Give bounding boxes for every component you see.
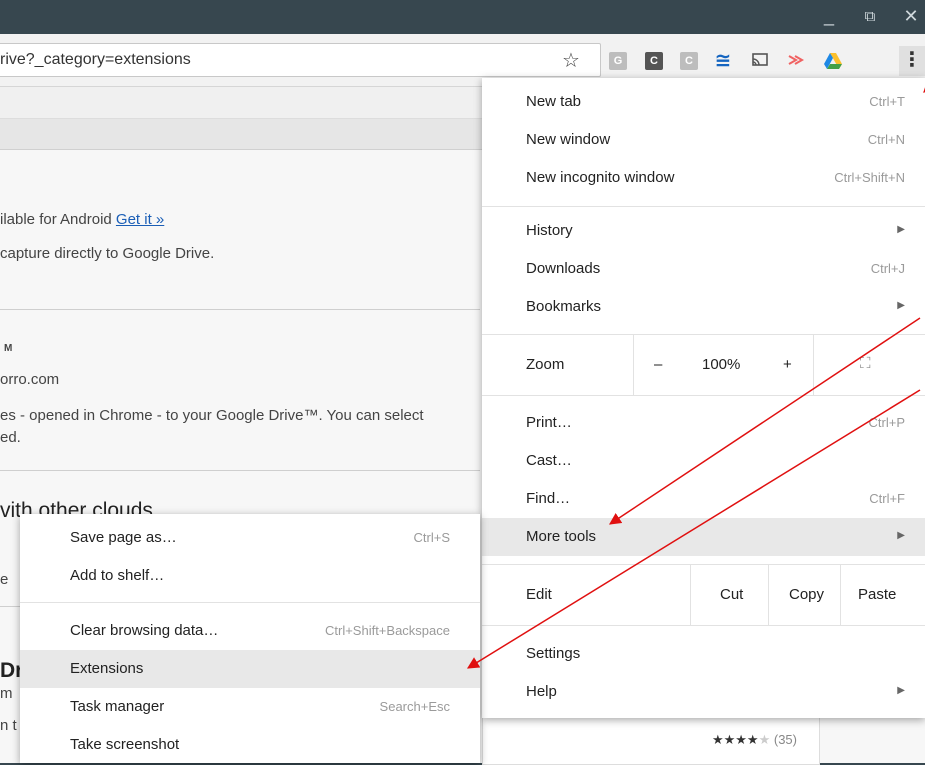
menu-item-new-window[interactable]: New window Ctrl+N [482,121,925,159]
window-titlebar: _ ⧉ ✕ [0,0,925,34]
divider [0,606,20,607]
menu-item-print[interactable]: Print… Ctrl+P [482,404,925,442]
edit-separator [768,565,769,625]
trademark-fragment: M [4,343,13,354]
extension-c-dark-icon[interactable]: C [645,52,663,70]
bookmark-star-icon[interactable]: ☆ [562,48,580,73]
menu-separator [482,625,925,626]
menu-item-save-page[interactable]: Save page as… Ctrl+S [20,519,480,557]
menu-separator [482,206,925,207]
menu-item-task-manager[interactable]: Task manager Search+Esc [20,688,480,726]
zoom-separator [813,335,814,395]
menu-separator [20,602,480,603]
submenu-arrow-icon: ▶ [897,300,905,311]
menu-item-find[interactable]: Find… Ctrl+F [482,480,925,518]
zoom-level: 100% [702,356,741,373]
divider [0,470,480,471]
omnibox[interactable]: rive?_category=extensions ☆ [0,43,601,77]
menu-item-cast[interactable]: Cast… [482,442,925,480]
menu-item-more-tools[interactable]: More tools ▶ [482,518,925,556]
menu-item-take-screenshot[interactable]: Take screenshot [20,726,480,764]
more-tools-submenu: Save page as… Ctrl+S Add to shelf… Clear… [20,514,480,763]
menu-separator [482,395,925,396]
page-band-2 [0,119,500,150]
text-fragment: m [0,685,13,702]
menu-item-history[interactable]: History ▶ [482,212,925,250]
menu-item-settings[interactable]: Settings [482,635,925,673]
menu-item-zoom: Zoom – 100% + ⛶ [482,335,925,395]
streams-extension-icon[interactable]: ≅ [714,51,732,71]
text-fragment: e [0,571,9,588]
extension-card[interactable]: ★★★★★ (35) [482,717,820,765]
extension-g-icon[interactable]: G [609,52,627,70]
menu-item-new-incognito[interactable]: New incognito window Ctrl+Shift+N [482,159,925,197]
menu-item-help[interactable]: Help ▶ [482,673,925,711]
domain-text: orro.com [0,371,60,388]
menu-item-clear-browsing-data[interactable]: Clear browsing data… Ctrl+Shift+Backspac… [20,612,480,650]
capture-text: capture directly to Google Drive. [0,245,215,262]
chrome-main-menu: New tab Ctrl+T New window Ctrl+N New inc… [482,78,925,718]
edit-separator [690,565,691,625]
android-availability-text: ilable for Android Get it » [0,211,165,228]
menu-item-add-to-shelf[interactable]: Add to shelf… [20,557,480,595]
omnibox-url[interactable]: rive?_category=extensions [0,51,191,69]
zoom-out-button[interactable]: – [654,356,662,373]
menu-item-downloads[interactable]: Downloads Ctrl+J [482,250,925,288]
fullscreen-icon[interactable]: ⛶ [860,355,871,372]
menu-item-new-tab[interactable]: New tab Ctrl+T [482,83,925,121]
edit-separator [840,565,841,625]
restore-button[interactable]: ⧉ [859,8,881,25]
description-line-2: ed. [0,429,21,446]
close-button[interactable]: ✕ [900,6,922,27]
submenu-arrow-icon: ▶ [897,530,905,541]
copy-button[interactable]: Copy [789,586,824,603]
cut-button[interactable]: Cut [720,586,743,603]
get-it-link[interactable]: Get it » [116,211,164,228]
divider [0,309,480,310]
menu-item-bookmarks[interactable]: Bookmarks ▶ [482,288,925,326]
extension-c-light-icon[interactable]: C [680,52,698,70]
submenu-arrow-icon: ▶ [897,224,905,235]
chrome-menu-button[interactable]: ⋮ [899,46,925,76]
description-line-1: es - opened in Chrome - to your Google D… [0,407,424,424]
send-extension-icon[interactable] [787,52,805,70]
menu-item-extensions[interactable]: Extensions [20,650,480,688]
paste-button[interactable]: Paste [858,586,896,603]
zoom-in-button[interactable]: + [783,356,792,373]
text-fragment: n t [0,717,17,734]
minimize-button[interactable]: _ [818,6,840,27]
zoom-separator [633,335,634,395]
submenu-arrow-icon: ▶ [897,685,905,696]
rating: ★★★★★ (35) [711,732,797,747]
page-band [0,87,500,119]
menu-item-edit: Edit Cut Copy Paste [482,565,925,625]
cast-icon[interactable] [751,52,769,70]
google-drive-icon[interactable] [823,52,842,70]
